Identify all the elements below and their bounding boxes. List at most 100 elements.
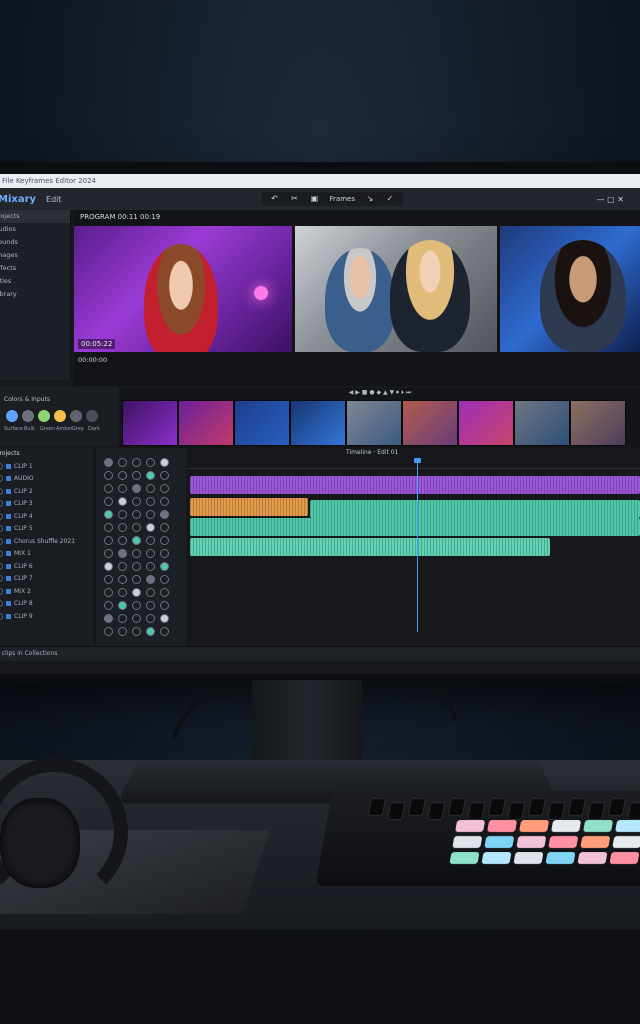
tool-button[interactable] [104,536,113,545]
tool-button[interactable] [132,588,141,597]
tool-button[interactable] [132,510,141,519]
tool-button[interactable] [160,484,169,493]
tool-button[interactable] [160,627,169,636]
tool-button[interactable] [118,575,127,584]
track-audio-teal[interactable] [310,500,640,518]
project-row[interactable]: CLIP 6 [0,561,94,574]
tool-button[interactable] [160,614,169,623]
tool-button[interactable] [104,588,113,597]
undo-icon[interactable]: ↶ [270,195,280,203]
media-bin-item[interactable]: Sounds [0,236,70,249]
media-bin-item[interactable]: Audios [0,223,70,236]
tool-button[interactable] [118,458,127,467]
clip-man-blue-bokeh[interactable] [500,226,640,352]
clip-duet-singers[interactable] [295,226,497,352]
tool-button[interactable] [132,458,141,467]
tool-button[interactable] [132,627,141,636]
program-viewer[interactable]: PROGRAM 00:11 00:19 00:05:22 00:00:00 [74,210,640,386]
track-audio-teal-2[interactable] [190,518,640,536]
project-row[interactable]: CLIP 3 [0,498,94,511]
project-row[interactable]: AUDIO [0,473,94,486]
radio-icon[interactable] [0,537,3,545]
tool-button[interactable] [160,523,169,532]
tool-button[interactable] [104,614,113,623]
tool-button[interactable] [118,549,127,558]
radio-icon[interactable] [0,575,3,582]
tool-button[interactable] [132,562,141,571]
radio-icon[interactable] [0,487,3,495]
swatch-grey[interactable] [70,410,82,422]
filmstrip-thumb[interactable] [234,400,290,446]
tool-button[interactable] [118,536,127,545]
tool-button[interactable] [132,523,141,532]
tool-button[interactable] [104,601,113,610]
tool-button[interactable] [146,536,155,545]
tool-button[interactable] [146,523,155,532]
radio-icon[interactable] [0,462,3,470]
tool-button[interactable] [160,588,169,597]
tool-button[interactable] [132,601,141,610]
project-row[interactable]: CLIP 4 [0,511,94,524]
tool-button[interactable] [146,510,155,519]
tool-button[interactable] [160,510,169,519]
filmstrip-thumb[interactable] [570,400,626,446]
swatch-green[interactable] [38,410,50,422]
tool-button[interactable] [146,562,155,571]
tool-button[interactable] [118,523,127,532]
tool-button[interactable] [118,601,127,610]
menu-edit[interactable]: Edit [46,195,62,204]
filmstrip-thumb[interactable] [346,400,402,446]
tool-button[interactable] [160,601,169,610]
tool-button[interactable] [160,458,169,467]
cut-icon[interactable]: ✂ [290,195,300,203]
timeline-ruler[interactable] [186,460,640,469]
filmstrip-thumb[interactable] [402,400,458,446]
tool-button[interactable] [104,523,113,532]
project-row[interactable]: CLIP 8 [0,598,94,611]
frame-icon[interactable]: ▣ [310,195,320,203]
tool-button[interactable] [160,536,169,545]
tool-button[interactable] [118,627,127,636]
tool-button[interactable] [146,471,155,480]
window-controls[interactable]: — ▢ ✕ [597,195,624,204]
tool-button[interactable] [104,549,113,558]
tool-button[interactable] [132,614,141,623]
tool-button[interactable] [132,497,141,506]
filmstrip-thumb[interactable] [514,400,570,446]
tool-button[interactable] [160,562,169,571]
tool-button[interactable] [132,575,141,584]
arrow-icon[interactable]: ↘ [365,195,375,203]
project-row[interactable]: CLIP 1 [0,461,94,474]
tool-button[interactable] [118,497,127,506]
radio-icon[interactable] [0,512,3,520]
radio-icon[interactable] [0,550,3,557]
swatch-amber[interactable] [54,410,66,422]
radio-icon[interactable] [0,500,3,507]
project-row[interactable]: CLIP 5 [0,523,94,536]
check-icon[interactable]: ✓ [385,195,395,203]
tool-button[interactable] [160,471,169,480]
tool-button[interactable] [146,549,155,558]
tool-button[interactable] [132,484,141,493]
clip-woman-purple-studio[interactable]: 00:05:22 [74,226,292,352]
tool-button[interactable] [104,627,113,636]
filmstrip-thumb[interactable] [122,400,178,446]
swatch-bulk[interactable] [22,410,34,422]
filmstrip-controls[interactable]: ◀ ▶ ■ ● ◆ ▲ ▼ ⏺ ⏵ ⏭ [120,388,640,398]
tool-button[interactable] [118,614,127,623]
swatch-surface[interactable] [6,410,18,422]
tool-button[interactable] [118,510,127,519]
tool-button[interactable] [146,601,155,610]
tool-button[interactable] [104,497,113,506]
tool-button[interactable] [146,497,155,506]
tool-button[interactable] [104,458,113,467]
track-audio-purple[interactable] [190,476,640,494]
tool-button[interactable] [146,458,155,467]
media-bin-item[interactable]: Projects [0,210,70,223]
project-row[interactable]: MIX 2 [0,586,94,599]
tool-button[interactable] [132,536,141,545]
media-bin-item[interactable]: Effects [0,262,70,275]
tool-button[interactable] [146,588,155,597]
filmstrip-thumb[interactable] [290,400,346,446]
project-row[interactable]: CLIP 9 [0,611,94,624]
